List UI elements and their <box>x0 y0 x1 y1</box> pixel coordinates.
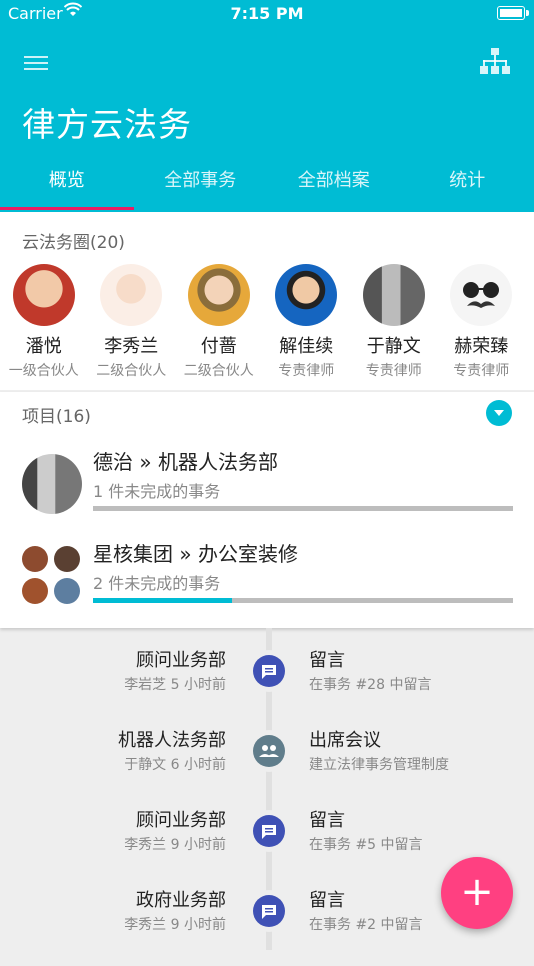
mustache-glasses-icon <box>450 264 512 326</box>
chevron-down-icon[interactable] <box>486 400 512 426</box>
tab-bar: 概览 全部事务 全部档案 统计 <box>0 160 534 212</box>
project-item[interactable]: 星核集团 » 办公室装修 2 件未完成的事务 <box>0 532 534 622</box>
battery-icon <box>497 6 525 20</box>
timeline-dept: 机器人法务部 <box>118 726 226 752</box>
tab-all-archives[interactable]: 全部档案 <box>267 160 401 212</box>
member-role: 专责律师 <box>350 360 438 380</box>
member-item[interactable]: 赫荣臻 专责律师 <box>438 264 526 380</box>
member-list: 潘悦 一级合伙人 李秀兰 二级合伙人 付蔷 二级合伙人 解佳续 专责律师 于静文… <box>0 264 534 380</box>
project-title: 星核集团 » 办公室装修 <box>93 538 298 567</box>
member-item[interactable]: 付蔷 二级合伙人 <box>175 264 263 380</box>
menu-icon[interactable] <box>24 52 48 72</box>
avatar <box>13 264 75 326</box>
member-role: 一级合伙人 <box>0 360 88 380</box>
avatar <box>275 264 337 326</box>
member-name: 赫荣臻 <box>438 332 526 358</box>
timeline-who: 李岩芝 5 小时前 <box>124 674 226 694</box>
timeline-dept: 顾问业务部 <box>136 806 226 832</box>
timeline-desc: 在事务 #28 中留言 <box>309 674 431 694</box>
timeline-item[interactable]: 顾问业务部 李岩芝 5 小时前 留言 在事务 #28 中留言 <box>0 646 534 726</box>
progress-fill <box>93 598 232 603</box>
member-name: 于静文 <box>350 332 438 358</box>
message-icon <box>248 890 290 932</box>
member-item[interactable]: 潘悦 一级合伙人 <box>0 264 88 380</box>
member-name: 解佳续 <box>263 332 351 358</box>
member-role: 二级合伙人 <box>175 360 263 380</box>
project-title: 德治 » 机器人法务部 <box>93 446 278 475</box>
timeline-action: 出席会议 <box>309 726 381 752</box>
member-role: 二级合伙人 <box>88 360 176 380</box>
circle-heading: 云法务圈(20) <box>22 228 125 253</box>
timeline-action: 留言 <box>309 886 345 912</box>
member-role: 专责律师 <box>438 360 526 380</box>
project-avatar-group <box>22 546 82 606</box>
tab-overview[interactable]: 概览 <box>0 160 134 212</box>
timeline-who: 于静文 6 小时前 <box>124 754 226 774</box>
member-role: 专责律师 <box>263 360 351 380</box>
progress-bar <box>93 506 513 511</box>
avatar <box>100 264 162 326</box>
timeline-desc: 在事务 #5 中留言 <box>309 834 423 854</box>
member-item[interactable]: 于静文 专责律师 <box>350 264 438 380</box>
app-title: 律方云法务 <box>22 98 192 146</box>
timeline-who: 李秀兰 9 小时前 <box>124 834 226 854</box>
progress-bar <box>93 598 513 603</box>
timeline-action: 留言 <box>309 806 345 832</box>
timeline-dept: 政府业务部 <box>136 886 226 912</box>
project-item[interactable]: 德治 » 机器人法务部 1 件未完成的事务 <box>0 440 534 530</box>
timeline-desc: 建立法律事务管理制度 <box>309 754 449 774</box>
group-icon <box>248 730 290 772</box>
member-name: 李秀兰 <box>88 332 176 358</box>
timeline-action: 留言 <box>309 646 345 672</box>
status-bar: Carrier 7:15 PM <box>0 0 534 28</box>
timeline-who: 李秀兰 9 小时前 <box>124 914 226 934</box>
project-subtitle: 1 件未完成的事务 <box>93 478 220 502</box>
app-header: Carrier 7:15 PM 律方云法务 概览 全部事务 全部档案 统计 <box>0 0 534 212</box>
avatar <box>363 264 425 326</box>
avatar <box>188 264 250 326</box>
project-avatar <box>22 454 82 514</box>
message-icon <box>248 810 290 852</box>
tab-statistics[interactable]: 统计 <box>401 160 534 212</box>
timeline-dept: 顾问业务部 <box>136 646 226 672</box>
org-chart-icon[interactable] <box>480 48 510 80</box>
member-item[interactable]: 李秀兰 二级合伙人 <box>88 264 176 380</box>
member-item[interactable]: 解佳续 专责律师 <box>263 264 351 380</box>
message-icon <box>248 650 290 692</box>
timeline-item[interactable]: 机器人法务部 于静文 6 小时前 出席会议 建立法律事务管理制度 <box>0 726 534 806</box>
avatar <box>450 264 512 326</box>
add-button[interactable]: + <box>441 857 513 929</box>
project-subtitle: 2 件未完成的事务 <box>93 570 220 594</box>
timeline-desc: 在事务 #2 中留言 <box>309 914 423 934</box>
member-name: 潘悦 <box>0 332 88 358</box>
member-name: 付蔷 <box>175 332 263 358</box>
clock: 7:15 PM <box>0 4 534 23</box>
projects-heading: 项目(16) <box>22 402 91 427</box>
tab-all-matters[interactable]: 全部事务 <box>134 160 268 212</box>
